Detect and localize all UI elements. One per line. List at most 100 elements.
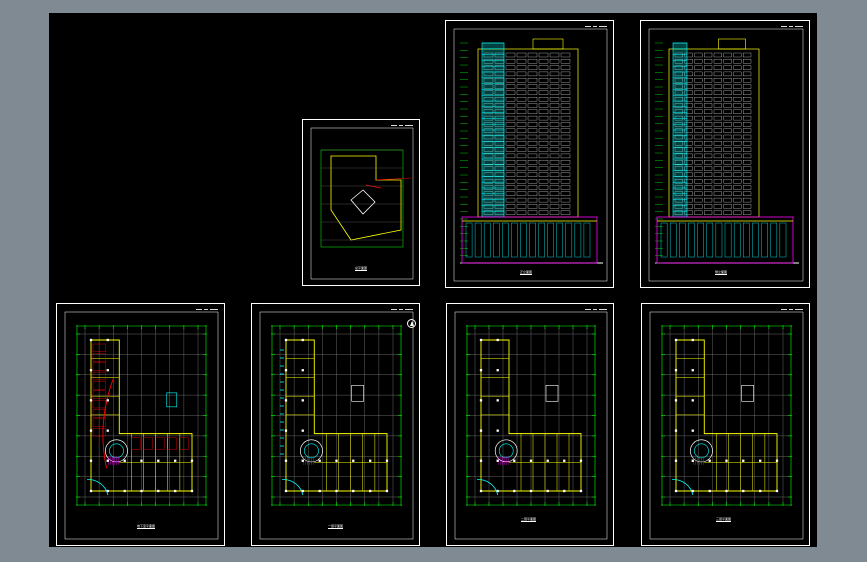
window <box>527 210 538 215</box>
parking-stall <box>92 371 106 381</box>
window <box>560 109 571 114</box>
window <box>704 134 713 140</box>
window <box>516 90 527 95</box>
sheet-caption: 正立面图 <box>520 270 533 275</box>
inner-border <box>310 127 414 280</box>
window <box>723 59 732 64</box>
third-floor-plan-sheet[interactable]: 三层平面图 <box>641 303 810 546</box>
window <box>694 97 703 102</box>
cad-model-space[interactable]: 总平面图 正立面图 侧立面图 地下室平面图 一层平面图 二层平面图 三层平面图 <box>49 13 817 547</box>
curved-facade <box>671 479 694 496</box>
column <box>369 489 372 493</box>
basement-plan-sheet[interactable]: 地下室平面图 <box>56 303 225 546</box>
column <box>352 489 355 493</box>
window <box>704 191 713 196</box>
window <box>733 71 742 77</box>
podium-bay <box>724 222 732 258</box>
column <box>691 369 694 372</box>
column <box>284 399 288 402</box>
podium-bay <box>483 222 491 258</box>
window <box>527 109 538 114</box>
window <box>743 134 752 140</box>
podium-bay <box>733 222 741 258</box>
side-elevation-sheet[interactable]: 侧立面图 <box>640 20 810 288</box>
window <box>704 109 713 114</box>
column <box>691 429 694 432</box>
window <box>704 90 713 95</box>
window <box>516 52 527 58</box>
podium-bay <box>565 222 573 258</box>
site-road <box>365 184 382 189</box>
column <box>301 369 304 372</box>
window <box>560 97 571 102</box>
window <box>694 103 703 108</box>
podium-bay <box>574 222 582 258</box>
window <box>743 197 752 203</box>
window <box>527 147 538 152</box>
window <box>743 179 752 184</box>
window <box>704 141 713 146</box>
window <box>733 204 742 209</box>
window <box>560 128 571 133</box>
window <box>560 134 571 140</box>
window <box>704 147 713 152</box>
site-plan-sheet[interactable]: 总平面图 <box>302 119 420 286</box>
window <box>713 71 722 77</box>
window <box>505 160 516 165</box>
window <box>549 179 560 184</box>
first-floor-plan-sheet[interactable]: 一层平面图 <box>251 303 420 546</box>
window <box>505 197 516 203</box>
tower-core <box>694 443 709 459</box>
window <box>723 191 732 196</box>
window <box>694 59 703 64</box>
window <box>743 84 752 89</box>
roof-crown <box>532 38 564 50</box>
window <box>743 210 752 215</box>
parking-stall <box>167 437 177 450</box>
column <box>157 489 160 493</box>
column <box>301 459 304 462</box>
column <box>496 338 499 342</box>
window <box>713 134 722 140</box>
window <box>743 141 752 146</box>
podium-bay <box>556 222 563 258</box>
column <box>691 399 694 402</box>
window <box>538 90 549 95</box>
window <box>713 84 722 89</box>
column <box>725 459 728 462</box>
window <box>527 71 538 77</box>
window <box>713 153 722 159</box>
window <box>516 179 527 184</box>
window <box>713 160 722 165</box>
podium-bay <box>770 222 778 258</box>
column <box>546 489 549 493</box>
window <box>527 115 538 121</box>
column <box>190 489 194 493</box>
site-plan-drawing <box>310 127 414 280</box>
window <box>527 172 538 177</box>
window <box>549 128 560 133</box>
window <box>733 78 742 83</box>
window <box>713 52 722 58</box>
parking-stall <box>92 362 106 371</box>
window <box>723 103 732 108</box>
tower-core <box>498 443 514 459</box>
window <box>743 160 752 165</box>
second-floor-plan-sheet[interactable]: 二层平面图 <box>446 303 614 546</box>
parking-stall <box>155 437 165 450</box>
column <box>691 338 694 342</box>
window <box>733 185 742 190</box>
ramp <box>102 377 115 469</box>
front-elevation-sheet[interactable]: 正立面图 <box>445 20 614 288</box>
window <box>743 90 752 95</box>
column <box>496 489 499 493</box>
column <box>140 459 143 462</box>
window <box>516 197 527 203</box>
window <box>527 160 538 165</box>
window <box>704 172 713 177</box>
window <box>713 109 722 114</box>
window <box>516 210 527 215</box>
column <box>89 459 93 462</box>
window <box>516 172 527 177</box>
window <box>723 141 732 146</box>
